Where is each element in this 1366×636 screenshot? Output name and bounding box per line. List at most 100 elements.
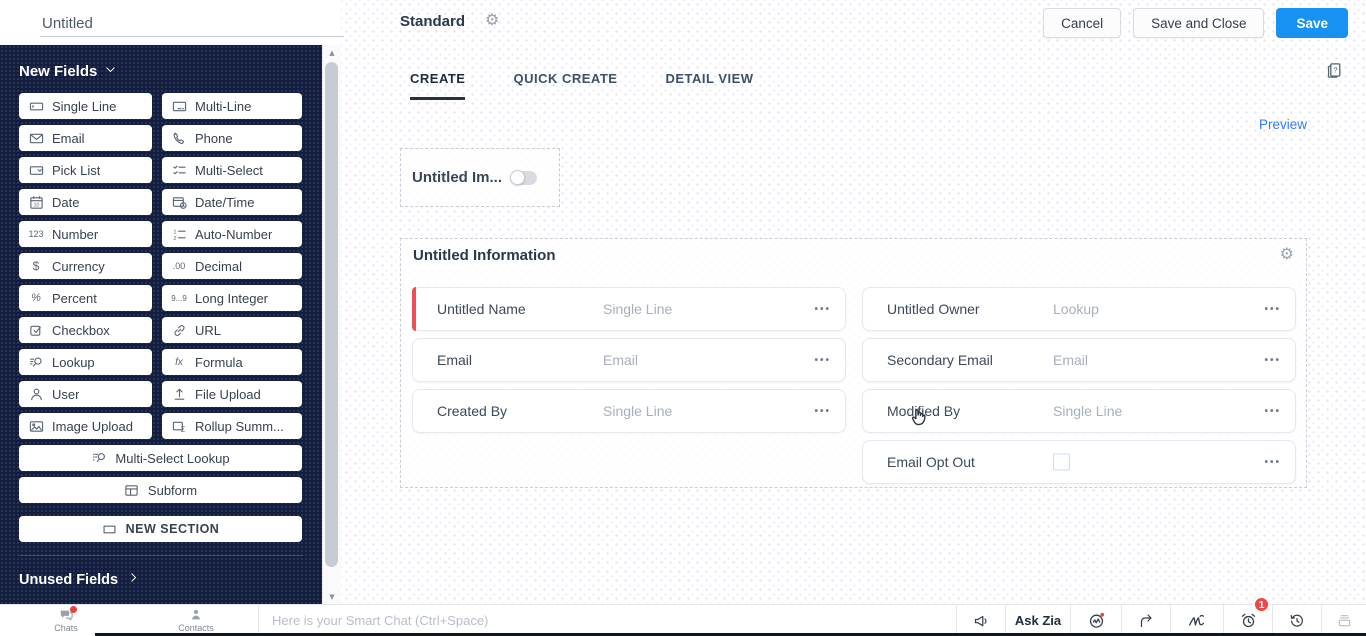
cancel-button[interactable]: Cancel [1043,8,1121,38]
information-section[interactable]: Untitled Information ⚙ Untitled Name Sin… [400,238,1307,488]
announcements-button[interactable] [956,605,1005,636]
forecast-button[interactable] [1121,605,1170,636]
tab-create[interactable]: CREATE [410,71,465,100]
field-more-button[interactable]: ••• [814,359,831,361]
field-type-date[interactable]: 10Date [19,189,152,215]
scroll-down-arrow[interactable]: ▼ [323,593,341,601]
zia-sketch-button[interactable] [1170,605,1223,636]
scroll-up-arrow[interactable]: ▲ [323,49,341,57]
sidebar-divider [19,555,303,556]
top-bar: Standard ⚙ Cancel Save and Close Save [0,0,1366,45]
subform-icon [124,483,140,498]
field-type-checkbox[interactable]: Checkbox [19,317,152,343]
unused-fields-label: Unused Fields [19,572,118,588]
field-type-lookup[interactable]: Lookup [19,349,152,375]
section-settings-gear-icon[interactable]: ⚙ [1280,246,1294,264]
field-type-multi-line[interactable]: Multi-Line [162,93,302,119]
ask-zia-button[interactable]: Ask Zia [1005,605,1070,636]
tab-quick-create[interactable]: QUICK CREATE [513,71,617,100]
image-section-toggle[interactable] [511,171,537,185]
svg-text:?: ? [1333,65,1337,74]
zia-insights-button[interactable] [1070,605,1121,636]
field-more-button[interactable]: ••• [814,410,831,412]
field-card-secondary-email[interactable]: Secondary Email Email ••• [862,338,1296,382]
save-button[interactable]: Save [1276,8,1348,38]
zia-insights-icon [1088,612,1105,629]
field-type-file-upload[interactable]: File Upload [162,381,302,407]
field-type-image-upload[interactable]: Image Upload [19,413,152,439]
notes-button[interactable] [1321,605,1366,636]
field-card-email-opt-out[interactable]: Email Opt Out ••• [862,440,1296,484]
field-more-button[interactable]: ••• [1264,410,1281,412]
field-type-auto-number[interactable]: 12Auto-Number [162,221,302,247]
chats-button[interactable]: Chats [36,605,96,636]
field-card-created-by[interactable]: Created By Single Line ••• [412,389,846,433]
field-card-email[interactable]: Email Email ••• [412,338,846,382]
chevron-down-icon [104,63,117,80]
field-type-single-line[interactable]: Single Line [19,93,152,119]
number-icon: 123 [28,229,44,239]
drag-hand-cursor-icon [909,405,931,427]
recent-items-button[interactable] [1272,605,1321,636]
layout-type-label: Standard [400,13,465,30]
checkbox-icon [28,323,44,338]
field-more-button[interactable]: ••• [814,308,831,310]
email-icon [28,131,44,146]
new-fields-header[interactable]: New Fields [19,63,303,80]
field-type-rollup-summary[interactable]: ΣRollup Summ... [162,413,302,439]
svg-text:1: 1 [173,229,176,235]
field-type-url[interactable]: URL [162,317,302,343]
field-type-subform[interactable]: Subform [19,477,302,503]
bottombar-divider [258,605,259,636]
field-type-phone[interactable]: Phone [162,125,302,151]
field-card-untitled-name[interactable]: Untitled Name Single Line ••• [412,287,846,331]
chevron-right-icon [127,571,140,588]
image-section[interactable]: Untitled Im... [400,148,560,207]
save-and-close-button[interactable]: Save and Close [1133,8,1264,38]
lookup-icon [28,355,44,370]
field-type-formula[interactable]: fxFormula [162,349,302,375]
field-more-button[interactable]: ••• [1264,359,1281,361]
field-type-currency[interactable]: $Currency [19,253,152,279]
unused-fields-link[interactable]: Unused Fields [19,571,303,588]
multi-select-lookup-icon [91,451,107,466]
alarm-icon [1240,612,1257,629]
formula-icon: fx [171,357,187,368]
contacts-button[interactable]: Contacts [166,605,226,636]
sidebar-scrollbar[interactable]: ▲ ▼ [322,45,341,605]
new-fields-title: New Fields [19,63,97,80]
percent-icon: % [28,292,44,304]
fields-column-right: Untitled Owner Lookup ••• Secondary Emai… [862,287,1296,484]
field-type-email[interactable]: Email [19,125,152,151]
field-type-percent[interactable]: %Percent [19,285,152,311]
field-type-user[interactable]: User [19,381,152,407]
reminder-badge: 1 [1253,596,1270,613]
field-more-button[interactable]: ••• [1264,308,1281,310]
field-card-untitled-owner[interactable]: Untitled Owner Lookup ••• [862,287,1296,331]
reminders-button[interactable]: 1 [1223,605,1272,636]
auto-number-icon: 12 [171,227,187,242]
preview-link[interactable]: Preview [1259,117,1307,132]
layout-settings-gear-icon[interactable]: ⚙ [485,12,499,30]
chats-notification-dot [70,606,77,613]
smart-chat-input[interactable]: Here is your Smart Chat (Ctrl+Space) [272,605,488,636]
new-section-button[interactable]: NEW SECTION [19,516,302,542]
field-type-long-integer[interactable]: 9...9Long Integer [162,285,302,311]
email-opt-out-checkbox[interactable] [1053,454,1070,471]
long-integer-icon: 9...9 [171,294,187,303]
field-more-button[interactable]: ••• [1264,461,1281,463]
field-type-date-time[interactable]: Date/Time [162,189,302,215]
image-upload-icon [28,419,44,434]
scrollbar-thumb[interactable] [325,62,338,567]
field-type-multi-select-lookup[interactable]: Multi-Select Lookup [19,445,302,471]
svg-text:2: 2 [173,236,176,242]
editor-tabs: CREATE QUICK CREATE DETAIL VIEW [340,45,1366,100]
layout-name-input[interactable] [40,10,344,37]
tab-detail-view[interactable]: DETAIL VIEW [665,71,753,100]
field-type-decimal[interactable]: .00Decimal [162,253,302,279]
bottombar-tools: Ask Zia 1 [956,605,1366,636]
field-type-number[interactable]: 123Number [19,221,152,247]
help-icon[interactable]: ? [1326,62,1343,84]
field-type-multi-select[interactable]: Multi-Select [162,157,302,183]
field-type-pick-list[interactable]: Pick List [19,157,152,183]
